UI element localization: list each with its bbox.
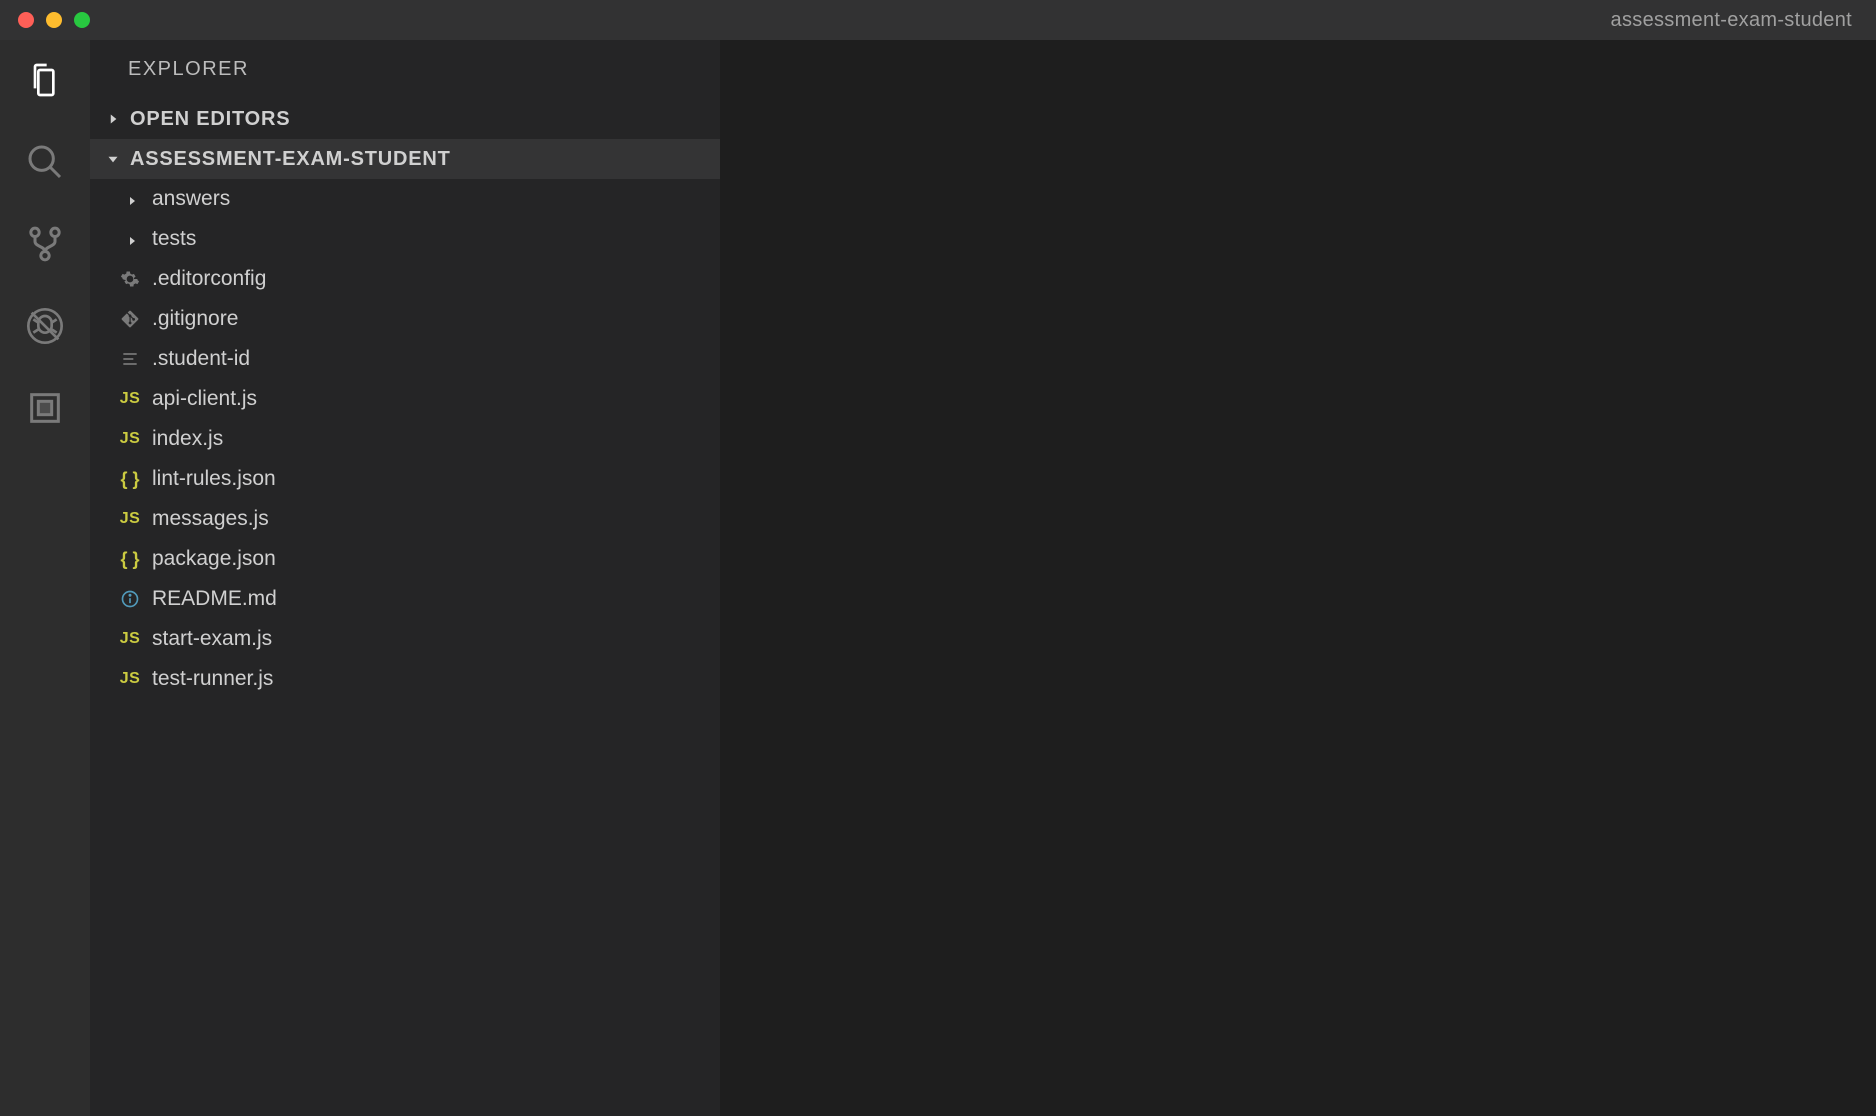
- activity-bar: [0, 40, 90, 1116]
- window-controls: [0, 12, 90, 28]
- file-label: .student-id: [152, 347, 250, 371]
- gear-icon: [118, 267, 142, 291]
- js-icon: JS: [118, 427, 142, 451]
- maximize-window-button[interactable]: [74, 12, 90, 28]
- file-label: package.json: [152, 547, 276, 571]
- sidebar-title: EXPLORER: [90, 40, 720, 99]
- chevron-down-icon: [104, 150, 122, 168]
- file-gitignore[interactable]: .gitignore: [90, 299, 720, 339]
- file-label: lint-rules.json: [152, 467, 276, 491]
- js-icon: JS: [118, 667, 142, 691]
- titlebar: assessment-exam-student: [0, 0, 1876, 40]
- file-label: test-runner.js: [152, 667, 273, 691]
- folder-label: tests: [152, 227, 196, 251]
- file-label: README.md: [152, 587, 277, 611]
- open-editors-label: OPEN EDITORS: [130, 108, 290, 131]
- open-editors-section[interactable]: OPEN EDITORS: [90, 99, 720, 139]
- file-editorconfig[interactable]: .editorconfig: [90, 259, 720, 299]
- json-icon: { }: [118, 467, 142, 491]
- project-section[interactable]: ASSESSMENT-EXAM-STUDENT: [90, 139, 720, 179]
- file-start-exam[interactable]: JS start-exam.js: [90, 619, 720, 659]
- file-student-id[interactable]: .student-id: [90, 339, 720, 379]
- file-label: index.js: [152, 427, 223, 451]
- file-label: messages.js: [152, 507, 269, 531]
- file-package-json[interactable]: { } package.json: [90, 539, 720, 579]
- js-icon: JS: [118, 627, 142, 651]
- file-label: .gitignore: [152, 307, 238, 331]
- search-icon[interactable]: [23, 140, 67, 184]
- folder-label: answers: [152, 187, 230, 211]
- file-lint-rules[interactable]: { } lint-rules.json: [90, 459, 720, 499]
- file-api-client[interactable]: JS api-client.js: [90, 379, 720, 419]
- file-test-runner[interactable]: JS test-runner.js: [90, 659, 720, 699]
- chevron-right-icon: [124, 191, 140, 207]
- minimize-window-button[interactable]: [46, 12, 62, 28]
- js-icon: JS: [118, 507, 142, 531]
- file-label: api-client.js: [152, 387, 257, 411]
- window-title: assessment-exam-student: [1611, 9, 1852, 32]
- file-index[interactable]: JS index.js: [90, 419, 720, 459]
- close-window-button[interactable]: [18, 12, 34, 28]
- project-label: ASSESSMENT-EXAM-STUDENT: [130, 148, 451, 171]
- extensions-icon[interactable]: [23, 386, 67, 430]
- explorer-icon[interactable]: [23, 58, 67, 102]
- file-label: start-exam.js: [152, 627, 272, 651]
- source-control-icon[interactable]: [23, 222, 67, 266]
- folder-tests[interactable]: tests: [90, 219, 720, 259]
- app-window: assessment-exam-student: [0, 0, 1876, 1116]
- json-icon: { }: [118, 547, 142, 571]
- js-icon: JS: [118, 387, 142, 411]
- file-readme[interactable]: README.md: [90, 579, 720, 619]
- info-icon: [118, 587, 142, 611]
- file-messages[interactable]: JS messages.js: [90, 499, 720, 539]
- folder-answers[interactable]: answers: [90, 179, 720, 219]
- file-label: .editorconfig: [152, 267, 266, 291]
- editor-area[interactable]: [720, 40, 1876, 1116]
- text-lines-icon: [118, 347, 142, 371]
- file-tree: answers tests .editorconfig: [90, 179, 720, 699]
- chevron-right-icon: [104, 110, 122, 128]
- debug-icon[interactable]: [23, 304, 67, 348]
- sidebar: EXPLORER OPEN EDITORS ASSESSMENT-EXAM-ST…: [90, 40, 720, 1116]
- chevron-right-icon: [124, 231, 140, 247]
- git-icon: [118, 307, 142, 331]
